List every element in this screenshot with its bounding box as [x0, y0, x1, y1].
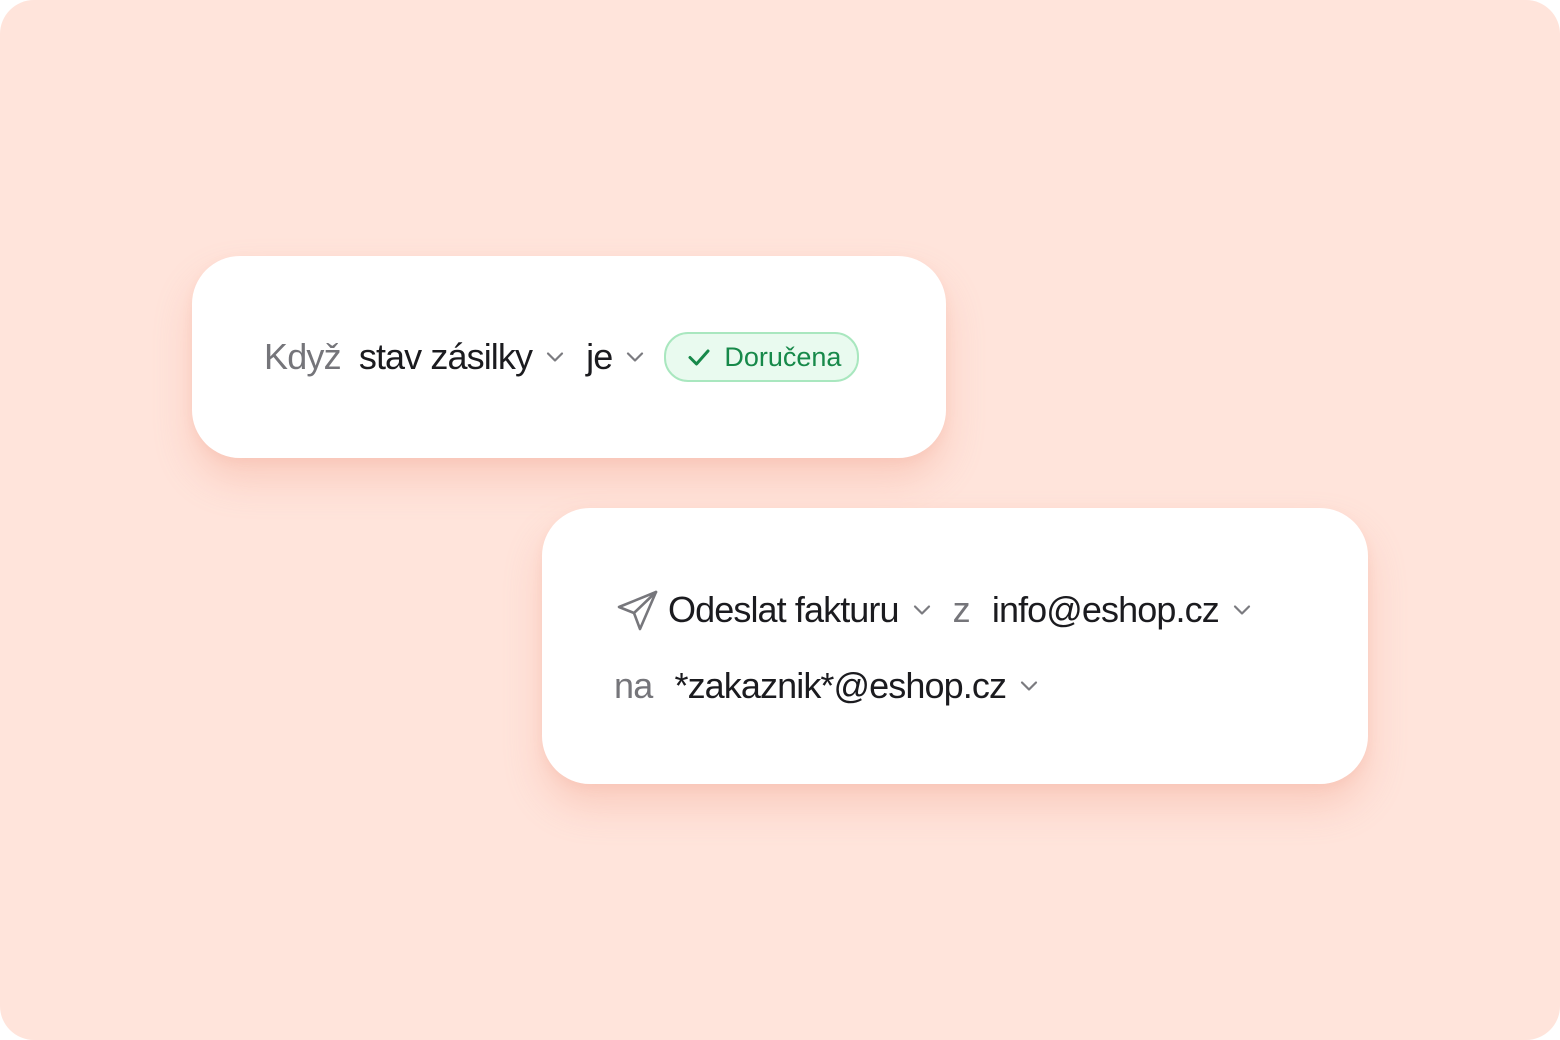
operator-dropdown-label: je [586, 336, 613, 377]
trigger-card: Když stav zásilky je Doručena [192, 256, 946, 458]
action-card: Odeslat fakturu z info@eshop.cz na *zaka… [542, 508, 1368, 784]
from-email-label: info@eshop.cz [991, 589, 1220, 630]
status-value-badge[interactable]: Doručena [664, 332, 860, 382]
chevron-down-icon [1020, 680, 1038, 692]
operator-dropdown[interactable]: je [586, 336, 644, 378]
trigger-row: Když stav zásilky je Doručena [264, 328, 860, 386]
action-row-recipient: na *zakaznik*@eshop.cz [614, 658, 1038, 714]
automation-canvas: Když stav zásilky je Doručena Odeslat fa… [0, 0, 1560, 1040]
action-dropdown-label: Odeslat fakturu [668, 589, 900, 630]
chevron-down-icon [626, 351, 644, 363]
chevron-down-icon [1233, 604, 1251, 616]
from-email-dropdown[interactable]: info@eshop.cz [992, 589, 1251, 631]
field-dropdown-label: stav zásilky [358, 336, 533, 377]
status-value-label: Doručena [724, 341, 842, 372]
field-dropdown[interactable]: stav zásilky [359, 336, 564, 378]
to-label: na [614, 665, 653, 706]
check-icon [686, 344, 712, 370]
send-icon [616, 588, 660, 632]
action-dropdown[interactable]: Odeslat fakturu [668, 589, 931, 631]
action-row-primary: Odeslat fakturu z info@eshop.cz [616, 582, 1251, 638]
when-label: Když [264, 336, 342, 377]
to-email-dropdown[interactable]: *zakaznik*@eshop.cz [674, 665, 1038, 707]
chevron-down-icon [546, 351, 564, 363]
from-label: z [952, 589, 971, 630]
to-email-label: *zakaznik*@eshop.cz [674, 665, 1007, 706]
chevron-down-icon [913, 604, 931, 616]
